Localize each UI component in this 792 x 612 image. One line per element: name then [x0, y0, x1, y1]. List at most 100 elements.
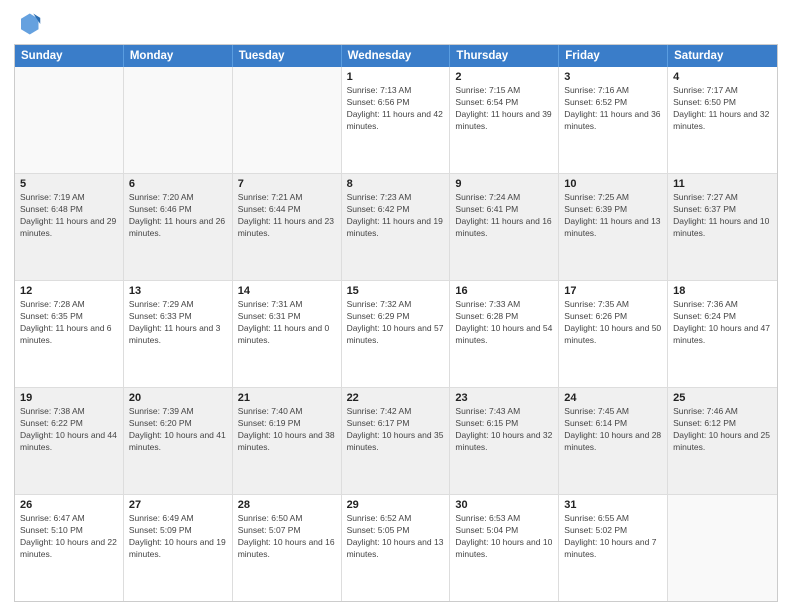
header: [14, 10, 778, 38]
day-number: 29: [347, 499, 445, 511]
day-number: 28: [238, 499, 336, 511]
calendar-cell-day-9: 9Sunrise: 7:24 AM Sunset: 6:41 PM Daylig…: [450, 174, 559, 280]
weekday-header-sunday: Sunday: [15, 45, 124, 67]
page: SundayMondayTuesdayWednesdayThursdayFrid…: [0, 0, 792, 612]
day-number: 24: [564, 392, 662, 404]
calendar-cell-day-11: 11Sunrise: 7:27 AM Sunset: 6:37 PM Dayli…: [668, 174, 777, 280]
day-info: Sunrise: 7:43 AM Sunset: 6:15 PM Dayligh…: [455, 406, 553, 454]
day-number: 12: [20, 285, 118, 297]
day-info: Sunrise: 7:21 AM Sunset: 6:44 PM Dayligh…: [238, 192, 336, 240]
day-number: 10: [564, 178, 662, 190]
day-info: Sunrise: 6:50 AM Sunset: 5:07 PM Dayligh…: [238, 513, 336, 561]
calendar-cell-day-24: 24 Sunrise: 7:45 AM Sunset: 6:14 PM Dayli…: [559, 388, 668, 494]
calendar-cell-day-28: 28 Sunrise: 6:50 AM Sunset: 5:07 PM Dayli…: [233, 495, 342, 601]
day-info: Sunrise: 7:42 AM Sunset: 6:17 PM Dayligh…: [347, 406, 445, 454]
day-info: Sunrise: 7:36 AM Sunset: 6:24 PM Dayligh…: [673, 299, 772, 347]
calendar-cell-day-15: 15 Sunrise: 7:32 AM Sunset: 6:29 PM Dayli…: [342, 281, 451, 387]
day-info: Sunrise: 7:32 AM Sunset: 6:29 PM Dayligh…: [347, 299, 445, 347]
day-info: Sunrise: 7:13 AM Sunset: 6:56 PM Dayligh…: [347, 85, 445, 133]
weekday-header-tuesday: Tuesday: [233, 45, 342, 67]
weekday-header-thursday: Thursday: [450, 45, 559, 67]
day-info: Sunrise: 7:46 AM Sunset: 6:12 PM Dayligh…: [673, 406, 772, 454]
day-info: Sunrise: 7:15 AM Sunset: 6:54 PM Dayligh…: [455, 85, 553, 133]
day-number: 30: [455, 499, 553, 511]
calendar-cell-day-14: 14 Sunrise: 7:31 AM Sunset: 6:31 PM Dayli…: [233, 281, 342, 387]
day-number: 13: [129, 285, 227, 297]
calendar-cell-day-27: 27 Sunrise: 6:49 AM Sunset: 5:09 PM Dayli…: [124, 495, 233, 601]
calendar-cell-day-2: 2 Sunrise: 7:15 AM Sunset: 6:54 PM Daylig…: [450, 67, 559, 173]
day-number: 11: [673, 178, 772, 190]
calendar-cell-empty-01: [124, 67, 233, 173]
day-number: 19: [20, 392, 118, 404]
calendar-row-1: 1 Sunrise: 7:13 AM Sunset: 6:56 PM Daylig…: [15, 67, 777, 174]
calendar-cell-empty-00: [15, 67, 124, 173]
day-number: 22: [347, 392, 445, 404]
day-info: Sunrise: 7:16 AM Sunset: 6:52 PM Dayligh…: [564, 85, 662, 133]
calendar-cell-day-22: 22 Sunrise: 7:42 AM Sunset: 6:17 PM Dayli…: [342, 388, 451, 494]
calendar-cell-day-21: 21 Sunrise: 7:40 AM Sunset: 6:19 PM Dayli…: [233, 388, 342, 494]
day-number: 15: [347, 285, 445, 297]
day-info: Sunrise: 7:33 AM Sunset: 6:28 PM Dayligh…: [455, 299, 553, 347]
day-number: 16: [455, 285, 553, 297]
weekday-header-wednesday: Wednesday: [342, 45, 451, 67]
day-number: 2: [455, 71, 553, 83]
day-info: Sunrise: 7:17 AM Sunset: 6:50 PM Dayligh…: [673, 85, 772, 133]
weekday-header-saturday: Saturday: [668, 45, 777, 67]
logo-icon: [14, 10, 42, 38]
day-number: 1: [347, 71, 445, 83]
day-info: Sunrise: 7:38 AM Sunset: 6:22 PM Dayligh…: [20, 406, 118, 454]
calendar-cell-day-30: 30Sunrise: 6:53 AM Sunset: 5:04 PM Dayli…: [450, 495, 559, 601]
day-number: 5: [20, 178, 118, 190]
day-info: Sunrise: 6:52 AM Sunset: 5:05 PM Dayligh…: [347, 513, 445, 561]
weekday-header-monday: Monday: [124, 45, 233, 67]
day-info: Sunrise: 7:20 AM Sunset: 6:46 PM Dayligh…: [129, 192, 227, 240]
calendar-cell-empty-46: [668, 495, 777, 601]
calendar-cell-day-16: 16 Sunrise: 7:33 AM Sunset: 6:28 PM Dayli…: [450, 281, 559, 387]
day-info: Sunrise: 7:19 AM Sunset: 6:48 PM Dayligh…: [20, 192, 118, 240]
calendar-cell-day-19: 19 Sunrise: 7:38 AM Sunset: 6:22 PM Dayli…: [15, 388, 124, 494]
day-info: Sunrise: 6:55 AM Sunset: 5:02 PM Dayligh…: [564, 513, 662, 561]
calendar: SundayMondayTuesdayWednesdayThursdayFrid…: [14, 44, 778, 602]
calendar-cell-day-10: 10Sunrise: 7:25 AM Sunset: 6:39 PM Dayli…: [559, 174, 668, 280]
day-number: 18: [673, 285, 772, 297]
day-number: 9: [455, 178, 553, 190]
day-info: Sunrise: 7:29 AM Sunset: 6:33 PM Dayligh…: [129, 299, 227, 347]
day-info: Sunrise: 7:23 AM Sunset: 6:42 PM Dayligh…: [347, 192, 445, 240]
calendar-body: 1 Sunrise: 7:13 AM Sunset: 6:56 PM Daylig…: [15, 67, 777, 601]
day-number: 8: [347, 178, 445, 190]
calendar-cell-day-20: 20Sunrise: 7:39 AM Sunset: 6:20 PM Dayli…: [124, 388, 233, 494]
day-info: Sunrise: 7:40 AM Sunset: 6:19 PM Dayligh…: [238, 406, 336, 454]
calendar-row-5: 26Sunrise: 6:47 AM Sunset: 5:10 PM Dayli…: [15, 495, 777, 601]
day-number: 27: [129, 499, 227, 511]
day-number: 14: [238, 285, 336, 297]
weekday-header-friday: Friday: [559, 45, 668, 67]
day-info: Sunrise: 6:49 AM Sunset: 5:09 PM Dayligh…: [129, 513, 227, 561]
calendar-cell-day-7: 7Sunrise: 7:21 AM Sunset: 6:44 PM Daylig…: [233, 174, 342, 280]
calendar-row-4: 19 Sunrise: 7:38 AM Sunset: 6:22 PM Dayli…: [15, 388, 777, 495]
calendar-cell-day-1: 1 Sunrise: 7:13 AM Sunset: 6:56 PM Daylig…: [342, 67, 451, 173]
calendar-cell-day-31: 31Sunrise: 6:55 AM Sunset: 5:02 PM Dayli…: [559, 495, 668, 601]
calendar-cell-day-23: 23Sunrise: 7:43 AM Sunset: 6:15 PM Dayli…: [450, 388, 559, 494]
calendar-cell-day-12: 12 Sunrise: 7:28 AM Sunset: 6:35 PM Dayli…: [15, 281, 124, 387]
calendar-cell-day-26: 26Sunrise: 6:47 AM Sunset: 5:10 PM Dayli…: [15, 495, 124, 601]
day-info: Sunrise: 7:31 AM Sunset: 6:31 PM Dayligh…: [238, 299, 336, 347]
calendar-header: SundayMondayTuesdayWednesdayThursdayFrid…: [15, 45, 777, 67]
day-number: 21: [238, 392, 336, 404]
logo: [14, 10, 46, 38]
calendar-cell-day-8: 8 Sunrise: 7:23 AM Sunset: 6:42 PM Daylig…: [342, 174, 451, 280]
calendar-cell-day-17: 17 Sunrise: 7:35 AM Sunset: 6:26 PM Dayli…: [559, 281, 668, 387]
day-number: 25: [673, 392, 772, 404]
day-info: Sunrise: 7:35 AM Sunset: 6:26 PM Dayligh…: [564, 299, 662, 347]
calendar-cell-day-25: 25 Sunrise: 7:46 AM Sunset: 6:12 PM Dayli…: [668, 388, 777, 494]
calendar-cell-day-3: 3 Sunrise: 7:16 AM Sunset: 6:52 PM Daylig…: [559, 67, 668, 173]
calendar-row-2: 5 Sunrise: 7:19 AM Sunset: 6:48 PM Daylig…: [15, 174, 777, 281]
day-info: Sunrise: 7:45 AM Sunset: 6:14 PM Dayligh…: [564, 406, 662, 454]
day-number: 3: [564, 71, 662, 83]
day-number: 20: [129, 392, 227, 404]
calendar-cell-day-13: 13 Sunrise: 7:29 AM Sunset: 6:33 PM Dayli…: [124, 281, 233, 387]
calendar-cell-day-4: 4Sunrise: 7:17 AM Sunset: 6:50 PM Daylig…: [668, 67, 777, 173]
calendar-row-3: 12 Sunrise: 7:28 AM Sunset: 6:35 PM Dayli…: [15, 281, 777, 388]
day-number: 17: [564, 285, 662, 297]
day-info: Sunrise: 7:28 AM Sunset: 6:35 PM Dayligh…: [20, 299, 118, 347]
calendar-cell-day-5: 5 Sunrise: 7:19 AM Sunset: 6:48 PM Daylig…: [15, 174, 124, 280]
